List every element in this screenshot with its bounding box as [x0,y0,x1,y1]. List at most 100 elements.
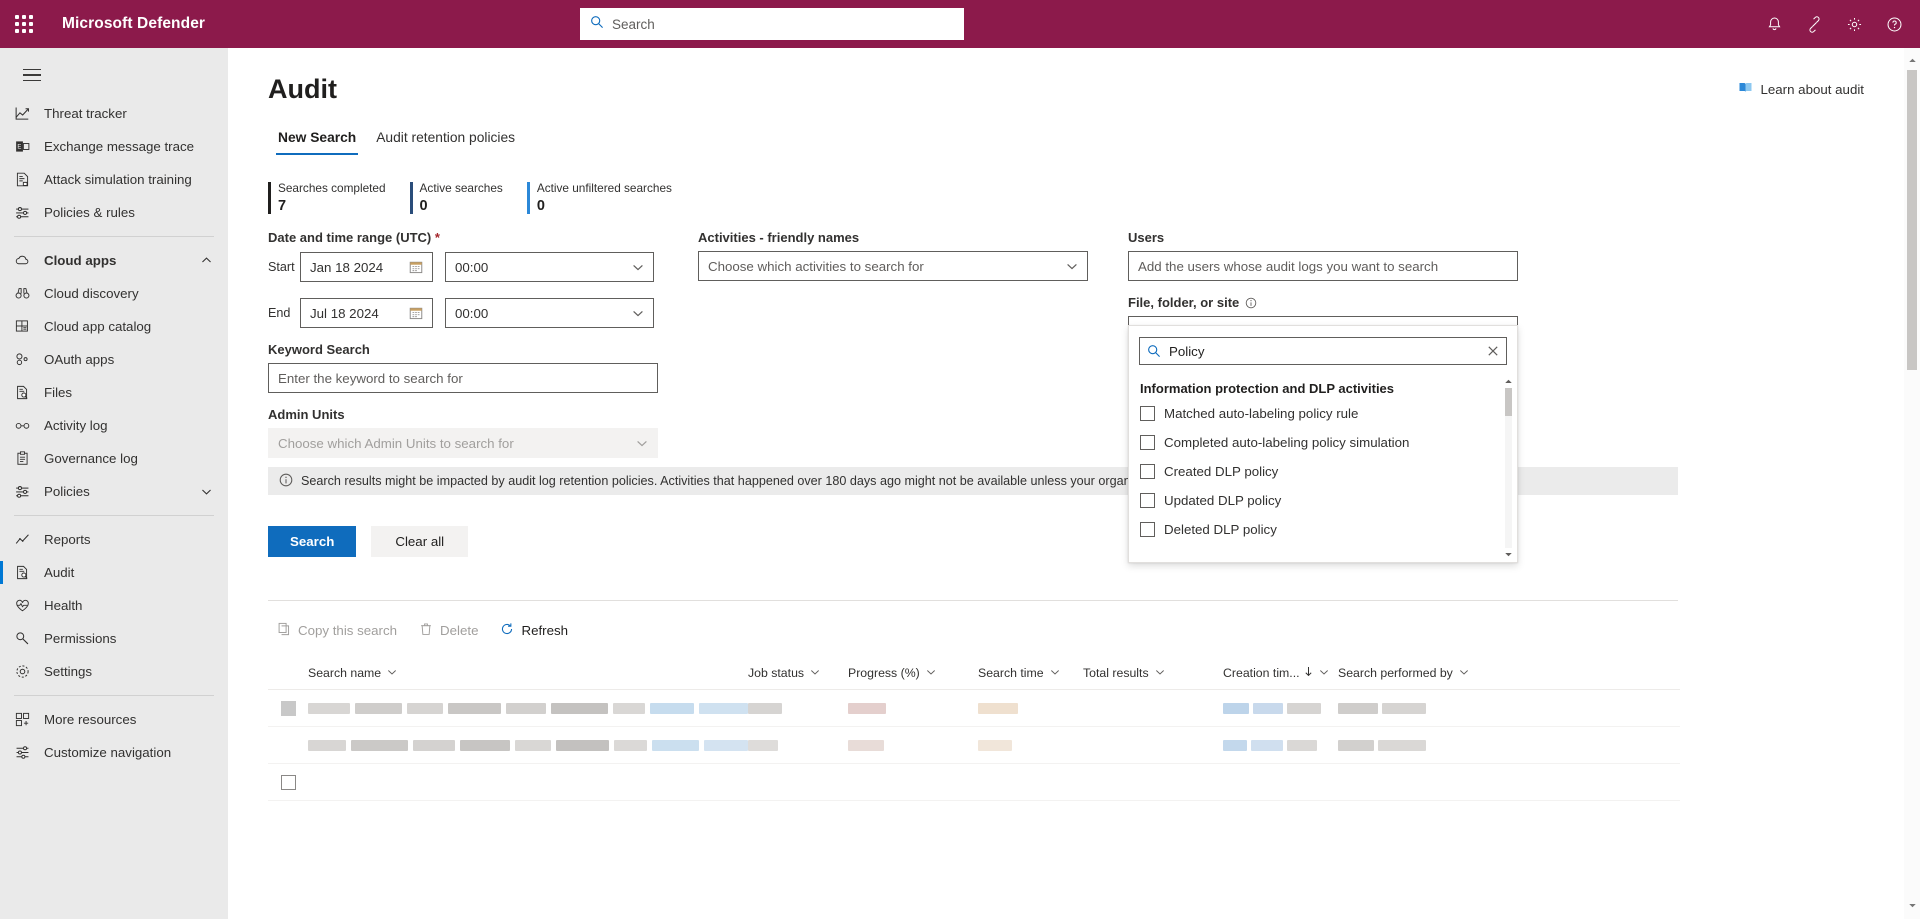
sidebar-item-reports[interactable]: Reports [0,523,228,556]
column-label: Total results [1083,666,1149,680]
dropdown-scrollbar[interactable] [1503,377,1514,559]
scrollbar-thumb[interactable] [1907,70,1917,370]
global-search-box[interactable]: Search [580,8,964,40]
keyword-search-label: Keyword Search [268,342,658,357]
cell-search-performed-by [1338,703,1426,714]
notification-bell-icon[interactable] [1754,0,1794,48]
sidebar-item-policies[interactable]: Policies [0,475,228,508]
users-placeholder: Add the users whose audit logs you want … [1138,259,1438,274]
gear-icon[interactable] [1834,0,1874,48]
chevron-down-icon[interactable] [636,437,648,449]
tab-audit-retention-policies[interactable]: Audit retention policies [366,122,525,155]
table-row[interactable] [268,690,1680,727]
page-scrollbar[interactable] [1904,48,1920,919]
sidebar-item-files[interactable]: Files [0,376,228,409]
row-checkbox-cell[interactable] [268,701,308,716]
activities-option-list[interactable]: Information protection and DLP activitie… [1129,377,1517,559]
sidebar: Threat tracker E Exchange message trace … [0,48,228,919]
help-icon[interactable] [1874,0,1914,48]
sidebar-item-attack-simulation-training[interactable]: Attack simulation training [0,163,228,196]
calendar-icon[interactable] [409,306,423,320]
chevron-down-icon[interactable] [1050,666,1060,680]
chevron-down-icon[interactable] [387,666,397,680]
checkbox[interactable] [1140,493,1155,508]
sidebar-item-activity-log[interactable]: Activity log [0,409,228,442]
column-header-progress[interactable]: Progress (%) [848,666,978,680]
chevron-down-icon[interactable] [632,307,644,319]
sidebar-item-permissions[interactable]: Permissions [0,622,228,655]
sidebar-item-settings[interactable]: Settings [0,655,228,688]
sidebar-item-governance-log[interactable]: Governance log [0,442,228,475]
keyword-search-input[interactable]: Enter the keyword to search for [268,363,658,393]
chevron-down-icon[interactable] [926,666,936,680]
checkbox[interactable] [1140,464,1155,479]
column-header-creation-time[interactable]: Creation tim... [1223,666,1338,680]
nav-toggle-icon[interactable] [8,53,56,97]
table-row[interactable] [268,764,1680,801]
scrollbar-thumb[interactable] [1505,388,1512,416]
sidebar-item-customize-navigation[interactable]: Customize navigation [0,736,228,769]
audit-icon [14,564,44,581]
checkbox[interactable] [1140,435,1155,450]
sidebar-item-threat-tracker[interactable]: Threat tracker [0,97,228,130]
scroll-down-arrow-icon[interactable] [1908,897,1917,915]
scroll-down-arrow-icon[interactable] [1504,550,1513,559]
users-input[interactable]: Add the users whose audit logs you want … [1128,251,1518,281]
delete-button[interactable]: Delete [410,616,487,645]
end-time-select[interactable]: 00:00 [445,298,654,328]
waffle-icon[interactable] [0,0,48,48]
sidebar-item-cloud-app-catalog[interactable]: Cloud app catalog [0,310,228,343]
column-header-search-time[interactable]: Search time [978,666,1083,680]
chevron-down-icon[interactable] [632,261,644,273]
table-body [268,690,1680,801]
chevron-down-icon[interactable] [1319,666,1329,680]
sidebar-item-health[interactable]: Health [0,589,228,622]
calendar-icon[interactable] [409,260,423,274]
activity-option-completed-auto-labeling-policy-simulation[interactable]: Completed auto-labeling policy simulatio… [1129,428,1517,457]
info-icon[interactable] [1245,297,1257,309]
column-header-total-results[interactable]: Total results [1083,666,1223,680]
learn-about-audit-link[interactable]: Learn about audit [1738,80,1864,98]
activities-filter-input[interactable]: Policy [1139,337,1507,365]
search-button[interactable]: Search [268,526,356,557]
column-header-search-performed-by[interactable]: Search performed by [1338,666,1469,680]
row-checkbox-cell[interactable] [268,775,308,790]
sidebar-item-audit[interactable]: Audit [0,556,228,589]
chevron-down-icon[interactable] [201,486,212,497]
start-date-input[interactable]: Jan 18 2024 [300,252,433,282]
activity-option-created-dlp-policy[interactable]: Created DLP policy [1129,457,1517,486]
plugin-icon[interactable] [1794,0,1834,48]
activity-option-deleted-dlp-policy[interactable]: Deleted DLP policy [1129,515,1517,544]
chevron-down-icon[interactable] [1155,666,1165,680]
admin-units-select[interactable]: Choose which Admin Units to search for [268,428,658,458]
clear-all-button[interactable]: Clear all [371,526,468,557]
sidebar-item-exchange-message-trace[interactable]: E Exchange message trace [0,130,228,163]
row-checkbox[interactable] [281,701,296,716]
chevron-down-icon[interactable] [1066,260,1078,272]
sidebar-item-policies-and-rules[interactable]: Policies & rules [0,196,228,229]
activity-option-matched-auto-labeling-policy-rule[interactable]: Matched auto-labeling policy rule [1129,399,1517,428]
chevron-down-icon[interactable] [1459,666,1469,680]
sidebar-item-cloud-discovery[interactable]: Cloud discovery [0,277,228,310]
checkbox[interactable] [1140,406,1155,421]
sidebar-item-more-resources[interactable]: More resources [0,703,228,736]
chevron-up-icon[interactable] [201,255,212,266]
activities-select[interactable]: Choose which activities to search for [698,251,1088,281]
refresh-button[interactable]: Refresh [491,616,577,645]
checkbox[interactable] [1140,522,1155,537]
scroll-up-arrow-icon[interactable] [1908,52,1917,70]
sidebar-item-cloud-apps[interactable]: Cloud apps [0,244,228,277]
scroll-up-arrow-icon[interactable] [1504,377,1513,386]
table-row[interactable] [268,727,1680,764]
sidebar-item-oauth-apps[interactable]: OAuth apps [0,343,228,376]
activity-option-updated-dlp-policy[interactable]: Updated DLP policy [1129,486,1517,515]
end-date-input[interactable]: Jul 18 2024 [300,298,433,328]
start-time-select[interactable]: 00:00 [445,252,654,282]
tab-new-search[interactable]: New Search [268,122,366,155]
copy-this-search-button[interactable]: Copy this search [268,616,406,645]
column-header-job-status[interactable]: Job status [748,666,848,680]
close-icon[interactable] [1487,345,1499,357]
column-header-search-name[interactable]: Search name [308,666,748,680]
row-checkbox[interactable] [281,775,296,790]
chevron-down-icon[interactable] [810,666,820,680]
